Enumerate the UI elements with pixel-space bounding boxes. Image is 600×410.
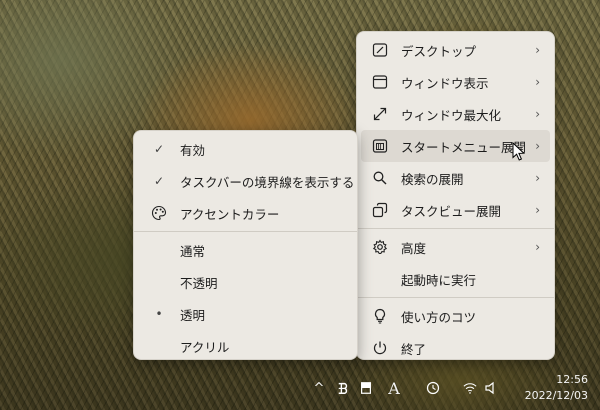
app-tray-icon[interactable] — [336, 380, 352, 396]
chevron-right-icon: › — [535, 240, 540, 254]
menu-item-exit[interactable]: 終了 — [361, 332, 550, 364]
task-view-icon — [371, 201, 389, 219]
checkmark-icon: ✓ — [153, 174, 165, 188]
submenu-item-label: 有効 — [180, 142, 206, 158]
chevron-right-icon: › — [535, 107, 540, 121]
chevron-right-icon: › — [535, 139, 540, 153]
search-icon — [371, 169, 389, 187]
menu-item-run-at-startup[interactable]: 起動時に実行 — [361, 263, 550, 295]
taskbar-tray: ^ A 12:56 2022/12/03 — [300, 368, 600, 410]
menu-item-label: ウィンドウ最大化 — [401, 107, 502, 123]
mouse-cursor-icon — [512, 142, 526, 161]
submenu-item-label: アクリル — [180, 339, 230, 355]
gear-icon — [371, 238, 389, 256]
menu-item-window-maximize[interactable]: ウィンドウ最大化 › — [361, 98, 550, 130]
chevron-right-icon: › — [535, 43, 540, 57]
start-menu-submenu: ✓ 有効 ✓ タスクバーの境界線を表示する アクセントカラー 通常 不透明 • … — [133, 130, 358, 360]
submenu-item-show-border[interactable]: ✓ タスクバーの境界線を表示する — [138, 165, 355, 197]
menu-item-label: スタートメニュー展開 — [401, 139, 527, 155]
menu-item-desktop[interactable]: デスクトップ › — [361, 34, 550, 66]
lightbulb-icon — [371, 307, 389, 325]
tray-context-menu: デスクトップ › ウィンドウ表示 › ウィンドウ最大化 › スタートメニュー展開… — [356, 31, 555, 360]
submenu-item-label: アクセントカラー — [180, 206, 280, 222]
desktop-icon — [371, 41, 389, 59]
taskbar-clock[interactable]: 12:56 2022/12/03 — [525, 372, 588, 404]
wifi-icon[interactable] — [462, 381, 478, 395]
document-tray-icon[interactable] — [359, 380, 373, 396]
clock-date: 2022/12/03 — [524, 389, 588, 402]
menu-item-label: ウィンドウ表示 — [401, 75, 489, 91]
palette-icon — [150, 204, 168, 222]
checkmark-icon: ✓ — [153, 142, 165, 156]
clock-time: 12:56 — [556, 373, 588, 386]
chevron-right-icon: › — [535, 203, 540, 217]
submenu-item-label: タスクバーの境界線を表示する — [180, 174, 355, 190]
submenu-item-enabled[interactable]: ✓ 有効 — [138, 133, 353, 165]
menu-item-label: 検索の展開 — [401, 171, 464, 187]
submenu-item-transparent[interactable]: • 透明 — [138, 298, 353, 330]
menu-separator — [357, 297, 554, 298]
chevron-right-icon: › — [535, 171, 540, 185]
menu-separator — [134, 231, 357, 232]
window-icon — [371, 73, 389, 91]
maximize-icon — [371, 105, 389, 123]
submenu-item-label: 不透明 — [180, 275, 218, 291]
submenu-item-normal[interactable]: 通常 — [138, 234, 353, 266]
submenu-item-opaque[interactable]: 不透明 — [138, 266, 353, 298]
menu-item-label: 高度 — [401, 240, 427, 256]
show-hidden-icons-chevron-icon[interactable]: ^ — [312, 378, 326, 398]
menu-item-window-show[interactable]: ウィンドウ表示 › — [361, 66, 550, 98]
font-tray-icon[interactable]: A — [386, 378, 402, 398]
menu-item-advanced[interactable]: 高度 › — [361, 231, 550, 263]
menu-item-tips[interactable]: 使い方のコツ — [361, 300, 550, 332]
menu-item-task-view[interactable]: タスクビュー展開 › — [361, 194, 550, 226]
menu-item-label: 起動時に実行 — [401, 272, 477, 288]
menu-item-search[interactable]: 検索の展開 › — [361, 162, 550, 194]
menu-item-label: 使い方のコツ — [401, 309, 477, 325]
menu-item-label: 終了 — [401, 341, 427, 357]
menu-item-label: デスクトップ — [401, 43, 477, 59]
menu-item-label: タスクビュー展開 — [401, 203, 502, 219]
submenu-item-accent-color[interactable]: アクセントカラー — [138, 197, 353, 229]
submenu-item-acrylic[interactable]: アクリル — [138, 330, 353, 362]
submenu-item-label: 通常 — [180, 243, 206, 259]
power-icon — [371, 339, 389, 357]
radio-selected-icon: • — [155, 307, 163, 321]
submenu-item-label: 透明 — [180, 307, 206, 323]
menu-separator — [357, 228, 554, 229]
clock-tray-icon[interactable] — [424, 379, 442, 397]
start-menu-icon — [371, 137, 389, 155]
chevron-right-icon: › — [535, 75, 540, 89]
volume-icon[interactable] — [484, 381, 498, 395]
